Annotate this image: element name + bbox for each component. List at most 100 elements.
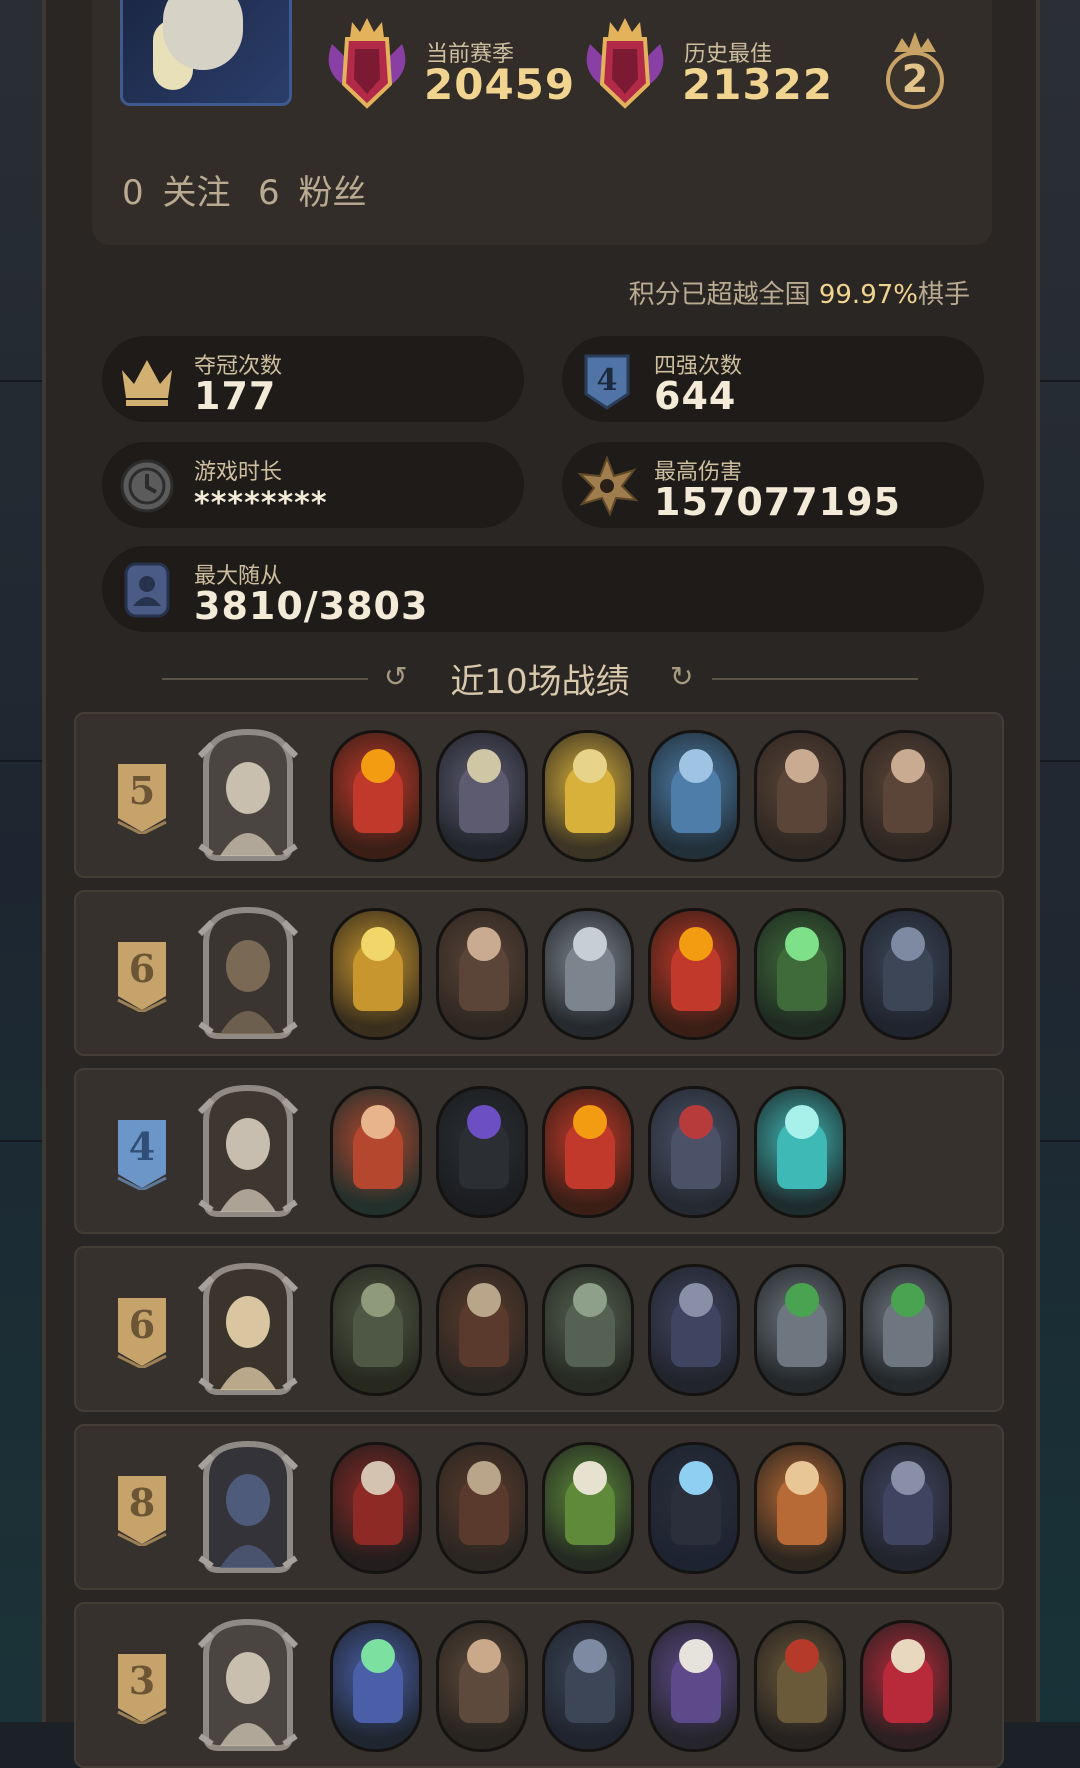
cat-hero-portrait[interactable] [196, 904, 300, 1042]
dark-gargoyle-unit-card[interactable] [542, 1620, 634, 1752]
wins-stat: 夺冠次数 177 [102, 336, 524, 422]
damage-stat: 最高伤害 157077195 [562, 442, 984, 528]
fire-dragon-unit-card[interactable] [330, 730, 422, 862]
unit-head [785, 1639, 819, 1673]
hedgehog-unit-card[interactable] [436, 1442, 528, 1574]
best-rank-icon [586, 18, 664, 109]
unit-head [785, 1105, 819, 1139]
skeleton-mage-unit-card[interactable] [436, 730, 528, 862]
blue-dragon-unit-card[interactable] [648, 730, 740, 862]
golden-dragon-unit-card[interactable] [542, 730, 634, 862]
follow-link[interactable]: 0 关注 [122, 165, 230, 214]
bald-brute-unit-card[interactable] [436, 908, 528, 1040]
hooded-shadow-unit-card[interactable] [436, 1086, 528, 1218]
armored-knight-unit-card[interactable] [542, 908, 634, 1040]
svg-text:4: 4 [597, 363, 618, 398]
clock-hero-portrait[interactable] [196, 1260, 300, 1398]
goblin-knight-unit-card[interactable] [754, 1264, 846, 1396]
unit-head [679, 1639, 713, 1673]
unit-head [467, 927, 501, 961]
playtime-stat: 游戏时长 ******** [102, 442, 524, 528]
goat-hero-portrait[interactable] [196, 726, 300, 864]
dark-boar-unit-card[interactable] [860, 1442, 952, 1574]
placement-number: 8 [128, 1480, 156, 1525]
rat-warrior-unit-card[interactable] [648, 1086, 740, 1218]
top4-stat: 4 四强次数 644 [562, 336, 984, 422]
hedgehog-unit-card[interactable] [436, 1264, 528, 1396]
unit-head [573, 1461, 607, 1495]
unit-head [361, 1105, 395, 1139]
rock-golem-unit-card[interactable] [330, 1264, 422, 1396]
bearded-warrior-unit-card[interactable] [436, 1620, 528, 1752]
fire-dragon-unit-card[interactable] [648, 908, 740, 1040]
mandrake-unit-card[interactable] [542, 1442, 634, 1574]
bald-brute-unit-card[interactable] [754, 730, 846, 862]
match-row[interactable]: 6 [74, 1246, 1004, 1412]
top4-value: 644 [654, 374, 737, 418]
elf-sorceress-unit-card[interactable] [330, 1620, 422, 1752]
placement-number: 4 [128, 1124, 156, 1169]
playtime-value: ******** [194, 486, 328, 521]
match-row[interactable]: 5 [74, 712, 1004, 878]
followers-stat: 最大随从 3810/3803 [102, 546, 984, 632]
fire-dragon-unit-card[interactable] [542, 1086, 634, 1218]
old-man-hero-portrait[interactable] [196, 1082, 300, 1220]
follower-card-icon [124, 562, 170, 618]
unit-head [891, 749, 925, 783]
unit-head [361, 1461, 395, 1495]
match-row[interactable]: 3 [74, 1602, 1004, 1768]
match-row[interactable]: 6 [74, 890, 1004, 1056]
ghost-soldier-unit-card[interactable] [754, 1086, 846, 1218]
unit-head [679, 749, 713, 783]
unit-head [891, 1283, 925, 1317]
percentile-value: 99.97% [818, 280, 918, 310]
match-row[interactable]: 8 [74, 1424, 1004, 1590]
jester-unit-card[interactable] [860, 1620, 952, 1752]
goat-hero-portrait[interactable] [196, 1616, 300, 1754]
placement-number: 5 [128, 768, 156, 813]
unit-head [573, 1105, 607, 1139]
unit-head [785, 927, 819, 961]
unit-head [891, 927, 925, 961]
damage-value: 157077195 [654, 480, 901, 524]
goblin-knight-unit-card[interactable] [860, 1264, 952, 1396]
unit-head [785, 749, 819, 783]
background-left [0, 0, 45, 1722]
unit-head [679, 1461, 713, 1495]
unit-head [467, 1639, 501, 1673]
placement-number: 6 [128, 946, 156, 991]
unit-head [467, 749, 501, 783]
fans-label: 粉丝 [298, 173, 367, 213]
red-hair-elf-unit-card[interactable] [330, 1086, 422, 1218]
recent-title: 近10场战绩 [450, 662, 630, 702]
shield-knight-unit-card[interactable] [754, 1620, 846, 1752]
unit-head [891, 1461, 925, 1495]
deer-warrior-unit-card[interactable] [754, 1442, 846, 1574]
unit-head [573, 1283, 607, 1317]
match-row[interactable]: 4 [74, 1068, 1004, 1234]
stone-troll-unit-card[interactable] [542, 1264, 634, 1396]
poison-plant-unit-card[interactable] [754, 908, 846, 1040]
placement-number: 3 [128, 1658, 156, 1703]
golden-knight-unit-card[interactable] [330, 908, 422, 1040]
fans-link[interactable]: 6 粉丝 [258, 165, 366, 214]
top4-shield-icon: 4 [584, 354, 630, 410]
wins-value: 177 [194, 374, 277, 418]
bald-brute-unit-card[interactable] [860, 730, 952, 862]
followers-value: 3810/3803 [194, 584, 429, 628]
percentile-suffix: 棋手 [917, 280, 970, 310]
player-avatar[interactable] [120, 0, 292, 106]
unit-head [573, 1639, 607, 1673]
placement-number: 6 [128, 1302, 156, 1347]
unit-head [361, 927, 395, 961]
best-score: 21322 [682, 60, 834, 109]
owl-hero-portrait[interactable] [196, 1438, 300, 1576]
dark-boar-unit-card[interactable] [648, 1264, 740, 1396]
dark-gargoyle-unit-card[interactable] [860, 908, 952, 1040]
black-panther-unit-card[interactable] [648, 1442, 740, 1574]
unit-head [573, 749, 607, 783]
unit-head [679, 1105, 713, 1139]
red-assassin-unit-card[interactable] [330, 1442, 422, 1574]
old-wizard-unit-card[interactable] [648, 1620, 740, 1752]
season-rank-icon [328, 18, 406, 109]
